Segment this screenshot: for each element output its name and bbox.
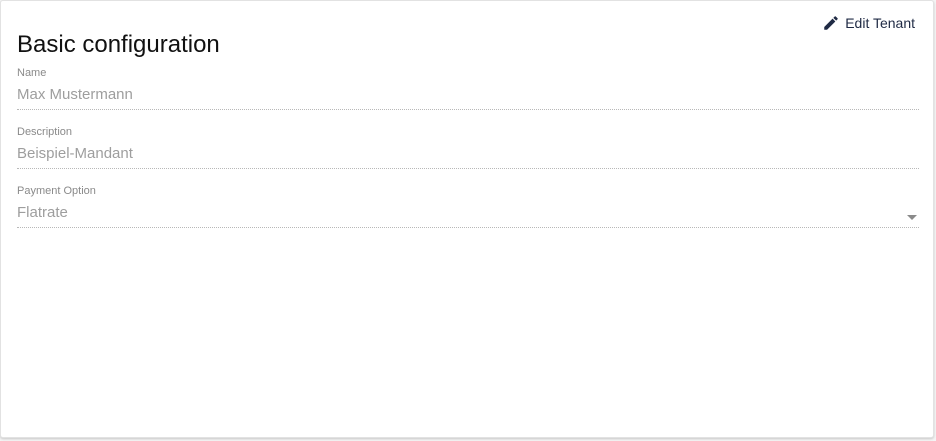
name-label: Name: [17, 67, 47, 79]
name-field: Name Max Mustermann: [17, 67, 919, 110]
card-title: Basic configuration: [17, 31, 220, 58]
name-input[interactable]: Max Mustermann: [17, 86, 919, 110]
description-field: Description Beispiel-Mandant: [17, 126, 919, 169]
pencil-icon: [822, 14, 840, 32]
payment-option-select[interactable]: Flatrate: [17, 204, 919, 228]
payment-option-label: Payment Option: [17, 185, 96, 197]
payment-option-field: Payment Option Flatrate: [17, 185, 919, 228]
description-input[interactable]: Beispiel-Mandant: [17, 145, 919, 169]
edit-tenant-button[interactable]: Edit Tenant: [822, 13, 915, 33]
basic-configuration-card: Edit Tenant Basic configuration Name Max…: [0, 0, 934, 438]
payment-option-value: Flatrate: [17, 204, 919, 228]
description-label: Description: [17, 126, 73, 138]
caret-down-icon[interactable]: [907, 215, 917, 220]
edit-tenant-label: Edit Tenant: [845, 15, 915, 31]
